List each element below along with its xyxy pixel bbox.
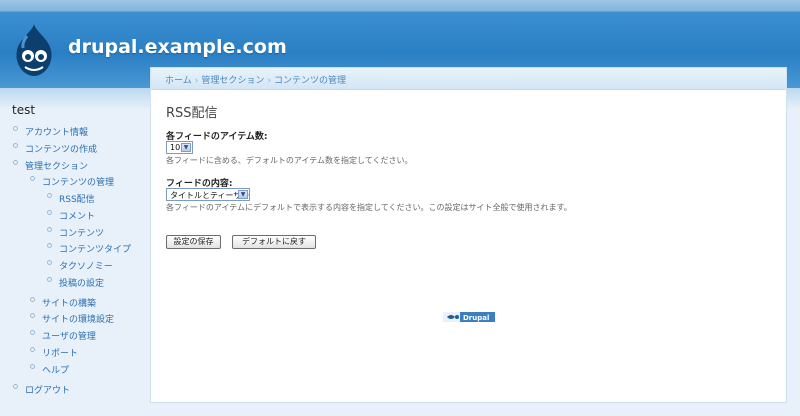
sidebar-item-content[interactable]: コンテンツ [59, 226, 104, 239]
items-per-feed-description: 各フィードに含める、デフォルトのアイテム数を指定してください。 [166, 156, 413, 165]
bullet-icon [30, 297, 35, 302]
sidebar-item-admin[interactable]: 管理セクション [25, 159, 88, 172]
feed-content-select[interactable]: タイトルとティーザー ▼ [166, 188, 250, 201]
bullet-icon [13, 143, 18, 148]
breadcrumb-content-management[interactable]: コンテンツの管理 [274, 76, 346, 86]
save-configuration-button[interactable]: 設定の保存 [166, 235, 221, 249]
bullet-icon [30, 176, 35, 181]
bullet-icon [13, 160, 18, 165]
breadcrumb-admin[interactable]: 管理セクション [201, 76, 264, 86]
sidebar-item-user-management[interactable]: ユーザの管理 [42, 329, 96, 342]
main-content: ホーム › 管理セクション › コンテンツの管理 RSS配信 各フィードのアイテム数: … [150, 67, 787, 403]
sidebar-title: test [12, 103, 36, 117]
sidebar-item-taxonomy[interactable]: タクソノミー [59, 259, 113, 272]
sidebar-item-create-content[interactable]: コンテンツの作成 [25, 142, 97, 155]
bullet-icon [47, 260, 52, 265]
items-per-feed-value: 10 [170, 143, 181, 152]
drupal-badge-text: Drupal [463, 314, 489, 322]
items-per-feed-select[interactable]: 10 ▼ [166, 141, 193, 154]
powered-by-drupal-icon[interactable]: Drupal [443, 312, 495, 322]
sidebar-item-content-types[interactable]: コンテンツタイプ [59, 242, 131, 255]
bullet-icon [47, 227, 52, 232]
sidebar-item-reports[interactable]: リポート [42, 346, 78, 359]
bullet-icon [47, 277, 52, 282]
breadcrumb: ホーム › 管理セクション › コンテンツの管理 [151, 68, 786, 90]
bullet-icon [30, 313, 35, 318]
top-strip [0, 0, 800, 12]
site-name-link[interactable]: drupal.example.com [68, 36, 287, 58]
sidebar-item-comments[interactable]: コメント [59, 209, 95, 222]
sidebar-item-post-settings[interactable]: 投稿の設定 [59, 276, 104, 289]
chevron-down-icon: ▼ [238, 190, 248, 199]
bullet-icon [13, 126, 18, 131]
bullet-icon [13, 384, 18, 389]
sidebar-item-site-building[interactable]: サイトの構築 [42, 296, 96, 309]
bullet-icon [30, 364, 35, 369]
bullet-icon [30, 347, 35, 352]
sidebar-item-account[interactable]: アカウント情報 [25, 125, 88, 138]
sidebar-item-help[interactable]: ヘルプ [42, 363, 69, 376]
breadcrumb-home[interactable]: ホーム [165, 76, 192, 86]
feed-content-description: 各フィードのアイテムにデフォルトで表示する内容を指定してください。この設定はサイ… [166, 203, 572, 212]
breadcrumb-separator: › [194, 76, 199, 86]
chevron-down-icon: ▼ [181, 143, 191, 152]
bullet-icon [47, 193, 52, 198]
sidebar-item-content-management[interactable]: コンテンツの管理 [42, 175, 114, 188]
drupal-logo-icon[interactable] [12, 22, 56, 78]
breadcrumb-separator: › [267, 76, 271, 86]
bullet-icon [47, 243, 52, 248]
reset-to-defaults-button[interactable]: デフォルトに戻す [232, 235, 316, 249]
bullet-icon [47, 210, 52, 215]
sidebar-item-rss[interactable]: RSS配信 [59, 192, 95, 205]
sidebar-item-site-config[interactable]: サイトの環境設定 [42, 312, 114, 325]
bullet-icon [30, 330, 35, 335]
sidebar-item-logout[interactable]: ログアウト [25, 383, 70, 396]
page-title: RSS配信 [166, 106, 218, 121]
